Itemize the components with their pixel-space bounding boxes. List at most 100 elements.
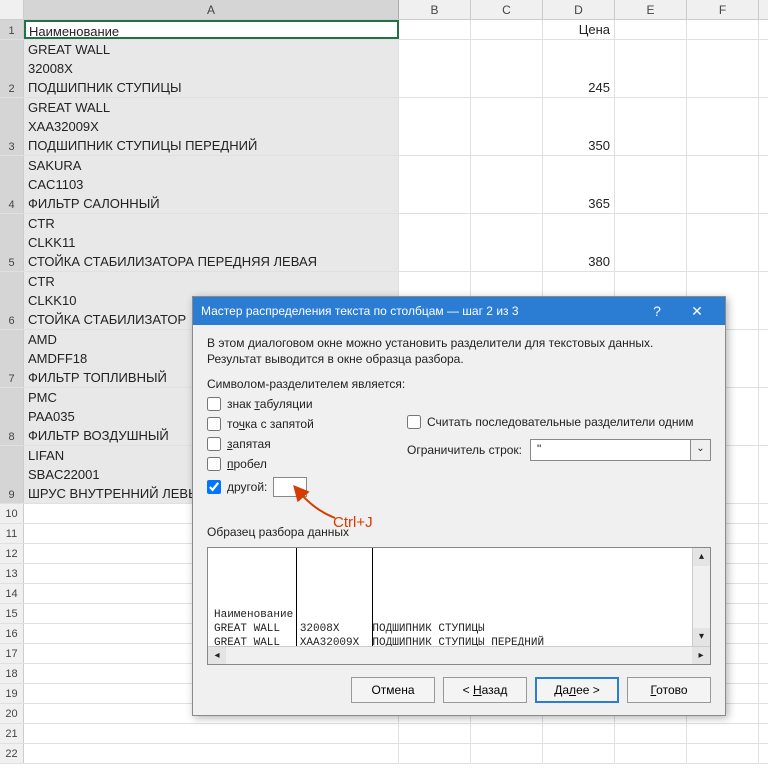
cell-D21[interactable] [543, 724, 615, 743]
cancel-button[interactable]: Отмена [351, 677, 435, 703]
delim-other-input[interactable] [273, 477, 307, 497]
scroll-right-icon[interactable]: ▸ [692, 647, 710, 664]
cell-B22[interactable] [399, 744, 471, 763]
row-header-17[interactable]: 17 [0, 644, 24, 663]
cell-E5[interactable] [615, 214, 687, 271]
column-header-B[interactable]: B [399, 0, 471, 19]
cell-E3[interactable] [615, 98, 687, 155]
cell-F1[interactable] [687, 20, 759, 39]
dialog-titlebar[interactable]: Мастер распределения текста по столбцам … [193, 297, 725, 325]
cell-E21[interactable] [615, 724, 687, 743]
row-header-3[interactable]: 3 [0, 98, 24, 155]
cell-B2[interactable] [399, 40, 471, 97]
column-header-F[interactable]: F [687, 0, 759, 19]
scroll-up-icon[interactable]: ▴ [693, 548, 710, 566]
cell-B5[interactable] [399, 214, 471, 271]
cell-D3[interactable]: 350 [543, 98, 615, 155]
help-button[interactable]: ? [637, 303, 677, 319]
row-header-7[interactable]: 7 [0, 330, 24, 387]
cell-A22[interactable] [24, 744, 399, 763]
delim-comma-checkbox[interactable] [207, 437, 221, 451]
cell-C1[interactable] [471, 20, 543, 39]
back-button[interactable]: < Назад [443, 677, 527, 703]
row-header-1[interactable]: 1 [0, 20, 24, 39]
cell-A5[interactable]: CTRCLKK11СТОЙКА СТАБИЛИЗАТОРА ПЕРЕДНЯЯ Л… [24, 214, 399, 271]
cell-D5[interactable]: 380 [543, 214, 615, 271]
row-header-21[interactable]: 21 [0, 724, 24, 743]
cell-D2[interactable]: 245 [543, 40, 615, 97]
cell-C5[interactable] [471, 214, 543, 271]
delim-space-row[interactable]: пробел [207, 457, 407, 471]
delim-comma-row[interactable]: запятая [207, 437, 407, 451]
cell-D4[interactable]: 365 [543, 156, 615, 213]
row-header-6[interactable]: 6 [0, 272, 24, 329]
delim-semicolon-checkbox[interactable] [207, 417, 221, 431]
column-header-E[interactable]: E [615, 0, 687, 19]
row-header-5[interactable]: 5 [0, 214, 24, 271]
cell-E1[interactable] [615, 20, 687, 39]
qualifier-value[interactable]: " [530, 439, 691, 461]
delim-other-checkbox[interactable] [207, 480, 221, 494]
preview-hscroll[interactable]: ◂ ▸ [208, 646, 710, 664]
row-header-12[interactable]: 12 [0, 544, 24, 563]
select-all-corner[interactable] [0, 0, 24, 19]
column-header-C[interactable]: C [471, 0, 543, 19]
row-header-8[interactable]: 8 [0, 388, 24, 445]
cell-C2[interactable] [471, 40, 543, 97]
cell-B3[interactable] [399, 98, 471, 155]
cell-D1[interactable]: Цена [543, 20, 615, 39]
row-header-20[interactable]: 20 [0, 704, 24, 723]
close-button[interactable]: ✕ [677, 303, 717, 320]
cell-C21[interactable] [471, 724, 543, 743]
qualifier-dropdown-button[interactable]: ⌄ [691, 439, 711, 461]
cell-E2[interactable] [615, 40, 687, 97]
cell-A3[interactable]: GREAT WALLXAA32009XПОДШИПНИК СТУПИЦЫ ПЕР… [24, 98, 399, 155]
cell-B21[interactable] [399, 724, 471, 743]
finish-button[interactable]: Готово [627, 677, 711, 703]
row-header-10[interactable]: 10 [0, 504, 24, 523]
row-header-14[interactable]: 14 [0, 584, 24, 603]
cell-C3[interactable] [471, 98, 543, 155]
cell-A1[interactable]: Наименование [24, 20, 399, 39]
cell-D22[interactable] [543, 744, 615, 763]
cell-E22[interactable] [615, 744, 687, 763]
cell-F21[interactable] [687, 724, 759, 743]
delim-tab-row[interactable]: знак табуляции [207, 397, 407, 411]
cell-A21[interactable] [24, 724, 399, 743]
scroll-down-icon[interactable]: ▾ [693, 628, 710, 646]
cell-C4[interactable] [471, 156, 543, 213]
cell-A2[interactable]: GREAT WALL32008XПОДШИПНИК СТУПИЦЫ [24, 40, 399, 97]
row-header-16[interactable]: 16 [0, 624, 24, 643]
row-header-2[interactable]: 2 [0, 40, 24, 97]
preview-vscroll[interactable]: ▴ ▾ [692, 548, 710, 646]
consecutive-row[interactable]: Считать последовательные разделители одн… [407, 415, 711, 429]
cell-C22[interactable] [471, 744, 543, 763]
cell-B1[interactable] [399, 20, 471, 39]
delim-other-row[interactable]: другой: [207, 477, 407, 497]
row-header-9[interactable]: 9 [0, 446, 24, 503]
row-header-11[interactable]: 11 [0, 524, 24, 543]
scroll-left-icon[interactable]: ◂ [208, 647, 226, 664]
column-header-A[interactable]: A [24, 0, 399, 19]
qualifier-select[interactable]: " ⌄ [530, 439, 711, 461]
consecutive-checkbox[interactable] [407, 415, 421, 429]
row-header-19[interactable]: 19 [0, 684, 24, 703]
cell-F3[interactable] [687, 98, 759, 155]
delim-semicolon-row[interactable]: точка с запятой [207, 417, 407, 431]
row-header-15[interactable]: 15 [0, 604, 24, 623]
cell-F2[interactable] [687, 40, 759, 97]
next-button[interactable]: Далее > [535, 677, 619, 703]
row-header-18[interactable]: 18 [0, 664, 24, 683]
row-header-13[interactable]: 13 [0, 564, 24, 583]
delim-space-checkbox[interactable] [207, 457, 221, 471]
cell-E4[interactable] [615, 156, 687, 213]
cell-F5[interactable] [687, 214, 759, 271]
cell-B4[interactable] [399, 156, 471, 213]
cell-F22[interactable] [687, 744, 759, 763]
delim-tab-checkbox[interactable] [207, 397, 221, 411]
column-header-D[interactable]: D [543, 0, 615, 19]
row-header-4[interactable]: 4 [0, 156, 24, 213]
cell-F4[interactable] [687, 156, 759, 213]
row-header-22[interactable]: 22 [0, 744, 24, 763]
cell-A4[interactable]: SAKURACAC1103ФИЛЬТР САЛОННЫЙ [24, 156, 399, 213]
